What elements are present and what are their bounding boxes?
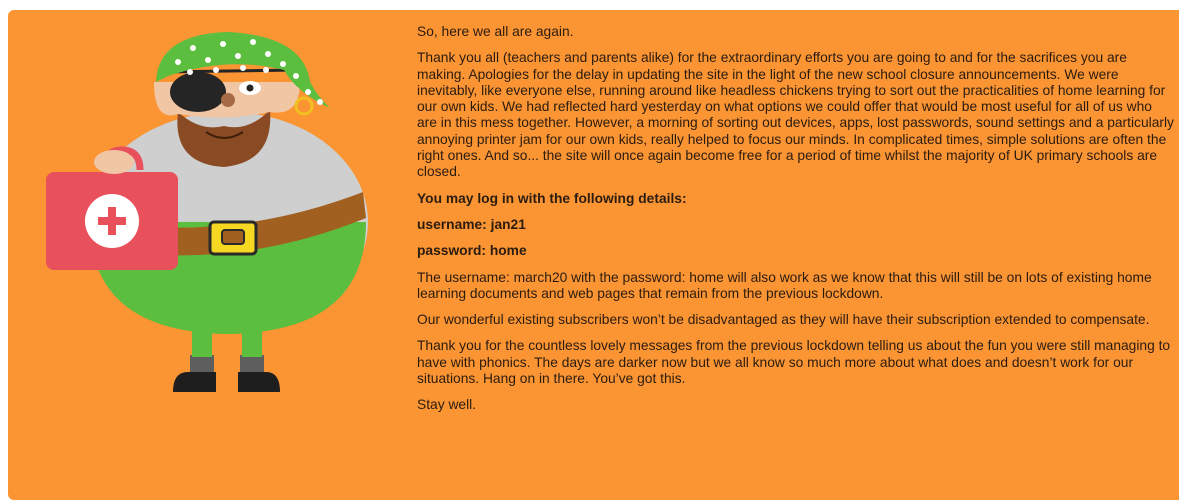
login-intro-text: You may log in with the following detail… xyxy=(417,190,687,206)
pirate-with-first-aid-kit-icon xyxy=(38,22,398,402)
thanks-paragraph: Thank you all (teachers and parents alik… xyxy=(417,50,1174,180)
signoff-text: Stay well. xyxy=(417,397,477,413)
password-text: password: home xyxy=(417,243,527,259)
alternate-login-paragraph: The username: march20 with the password:… xyxy=(417,269,1152,301)
closing-thanks-paragraph: Thank you for the countless lovely messa… xyxy=(417,338,1171,387)
announcement-text: So, here we all are again. Thank you all… xyxy=(417,24,1175,424)
subscribers-paragraph: Our wonderful existing subscribers won’t… xyxy=(417,312,1150,328)
announcement-panel: So, here we all are again. Thank you all… xyxy=(8,10,1179,500)
greeting-text: So, here we all are again. xyxy=(417,24,574,39)
username-text: username: jan21 xyxy=(417,216,526,232)
